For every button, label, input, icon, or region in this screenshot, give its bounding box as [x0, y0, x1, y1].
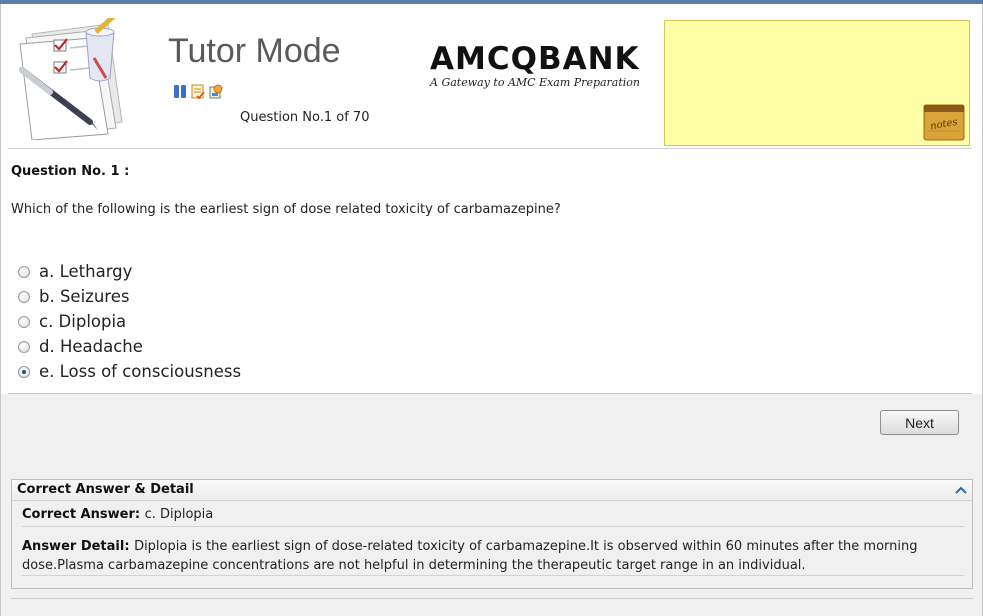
answer-detail: Answer Detail: Diplopia is the earliest … [22, 537, 962, 575]
option-a[interactable]: a. Lethargy [18, 259, 241, 284]
review-icon[interactable] [191, 84, 205, 99]
toolbar [173, 84, 223, 99]
answer-detail-panel: Correct Answer & Detail Correct Answer: … [11, 479, 973, 589]
radio-button[interactable] [18, 265, 30, 278]
option-e[interactable]: e. Loss of consciousness [18, 359, 241, 384]
bottom-divider [11, 598, 973, 599]
answer-options: a. Lethargy b. Seizures c. Diplopia d. H… [18, 259, 241, 384]
radio-button-selected[interactable] [18, 365, 30, 378]
answer-panel-header[interactable]: Correct Answer & Detail [12, 480, 972, 501]
correct-answer-value: c. Diplopia [144, 507, 214, 522]
radio-button[interactable] [18, 340, 30, 353]
next-button[interactable]: Next [880, 410, 959, 435]
divider [22, 526, 964, 527]
radio-button[interactable] [18, 315, 30, 328]
option-b[interactable]: b. Seizures [18, 284, 241, 309]
chevron-up-icon[interactable] [954, 483, 968, 497]
lab-values-icon[interactable] [209, 84, 223, 99]
option-label: e. Loss of consciousness [39, 362, 242, 381]
divider [22, 575, 964, 576]
page-title: Tutor Mode [168, 32, 341, 70]
option-label: a. Lethargy [39, 262, 133, 281]
question-counter: Question No.1 of 70 [240, 110, 370, 125]
answer-detail-text: Diplopia is the earliest sign of dose-re… [22, 539, 918, 573]
brand-tagline: A Gateway to AMC Exam Preparation [430, 76, 641, 89]
option-label: c. Diplopia [39, 312, 127, 331]
header-divider [8, 148, 972, 149]
header: Tutor Mode Question No.1 of 70 AMCQBANK … [0, 4, 983, 149]
question-heading: Question No. 1 : [11, 164, 130, 179]
answer-detail-label: Answer Detail: [22, 539, 135, 554]
option-label: b. Seizures [39, 287, 130, 306]
option-label: d. Headache [39, 337, 143, 356]
pause-icon[interactable] [173, 84, 187, 99]
radio-button[interactable] [18, 290, 30, 303]
notes-icon[interactable]: notes [923, 101, 965, 141]
brand-name: AMCQBANK [430, 41, 640, 77]
correct-answer: Correct Answer: c. Diplopia [22, 507, 213, 522]
checklist-logo-icon [19, 18, 123, 140]
option-d[interactable]: d. Headache [18, 334, 241, 359]
answer-panel-title: Correct Answer & Detail [17, 482, 194, 497]
correct-answer-label: Correct Answer: [22, 507, 145, 522]
question-text: Which of the following is the earliest s… [11, 202, 561, 217]
notes-area[interactable]: notes [664, 20, 970, 146]
brand-logo: AMCQBANK A Gateway to AMC Exam Preparati… [430, 42, 640, 89]
option-c[interactable]: c. Diplopia [18, 309, 241, 334]
